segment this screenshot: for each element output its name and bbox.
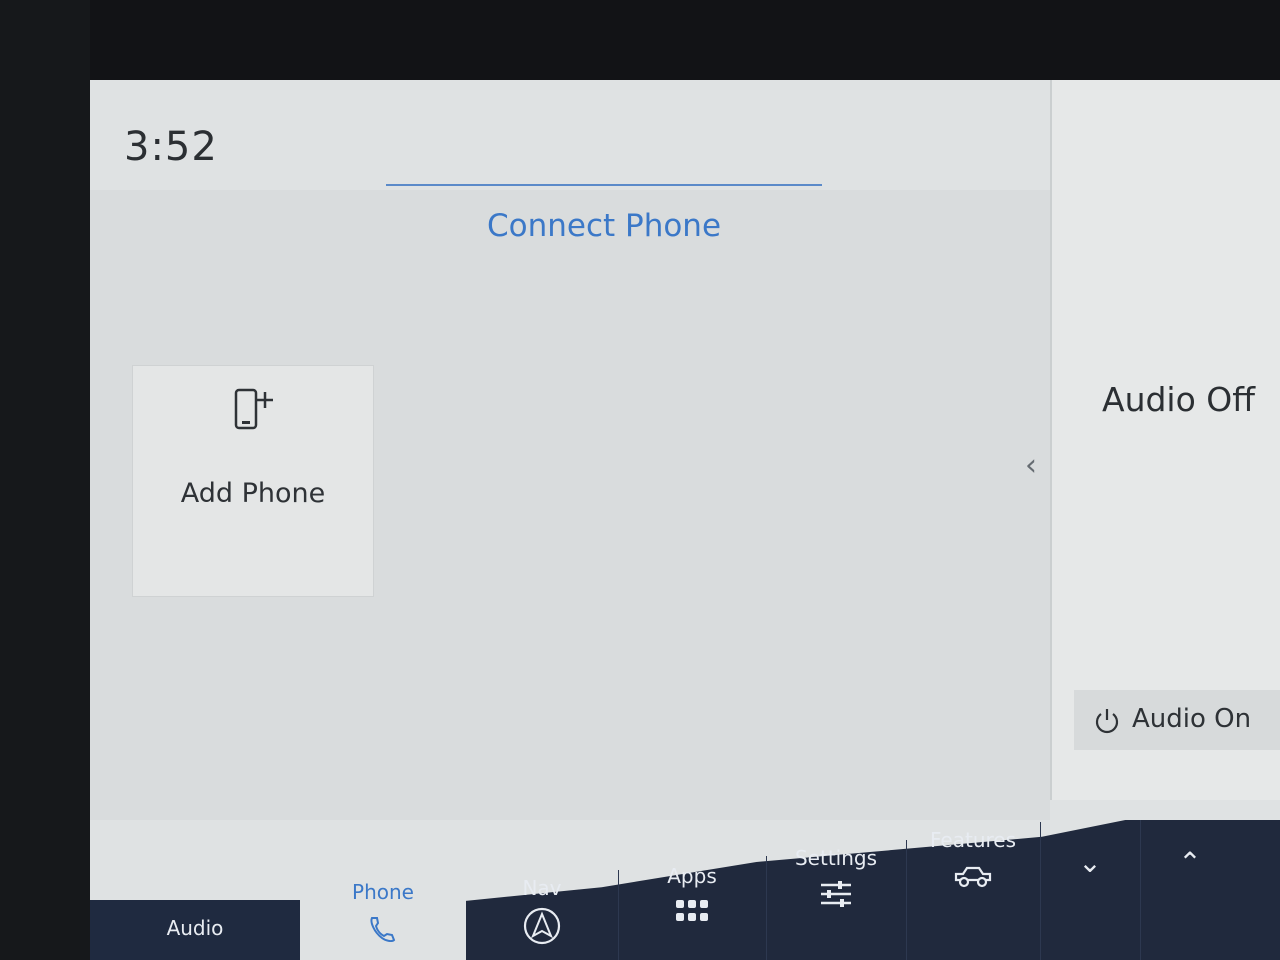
power-icon: [1095, 709, 1119, 734]
phone-icon: [370, 917, 396, 943]
nav-navigation[interactable]: Nav: [466, 870, 619, 960]
nav-settings-label: Settings: [794, 846, 878, 870]
navigation-arrow-icon: [523, 907, 561, 945]
audio-on-button[interactable]: Audio On: [1074, 690, 1280, 750]
bottom-nav-bar: Audio Phone Nav Apps Settings Features ⌄…: [90, 820, 1280, 960]
add-phone-icon: [234, 388, 273, 430]
collapse-panel-icon[interactable]: ‹: [1025, 448, 1037, 483]
truck-icon: [954, 866, 992, 888]
chevron-up-icon: ⌃: [1178, 846, 1202, 879]
bezel-top: [0, 0, 1280, 80]
clock: 3:52: [124, 124, 218, 170]
nav-features-label: Features: [930, 828, 1016, 852]
nav-navigation-label: Nav: [522, 876, 562, 900]
nav-audio-label: Audio: [166, 916, 224, 940]
nav-phone-label: Phone: [352, 880, 414, 904]
sliders-icon: [821, 881, 851, 907]
apps-grid-icon: [676, 900, 708, 921]
nav-apps-label: Apps: [667, 864, 717, 888]
nav-apps[interactable]: Apps: [618, 856, 767, 960]
nav-audio[interactable]: Audio: [90, 900, 301, 960]
chevron-down-icon: ⌄: [1078, 846, 1102, 879]
add-phone-label: Add Phone: [180, 478, 326, 509]
tab-underline: [386, 184, 822, 186]
scroll-down-button[interactable]: ⌄: [1040, 820, 1141, 960]
connect-phone-title[interactable]: Connect Phone: [386, 208, 822, 244]
infotainment-screen: 3:52 Connect Phone Add Phone ‹ Audio Off…: [90, 80, 1280, 960]
audio-panel: Audio Off Audio On: [1050, 80, 1280, 800]
nav-settings[interactable]: Settings: [766, 840, 907, 960]
scroll-up-button[interactable]: ⌃: [1140, 820, 1240, 960]
nav-features[interactable]: Features: [906, 822, 1041, 960]
add-phone-button[interactable]: Add Phone: [132, 365, 374, 597]
audio-on-label: Audio On: [1132, 704, 1252, 734]
bezel-left: [0, 0, 90, 960]
nav-phone[interactable]: Phone: [300, 820, 466, 960]
audio-status: Audio Off: [1102, 380, 1255, 419]
